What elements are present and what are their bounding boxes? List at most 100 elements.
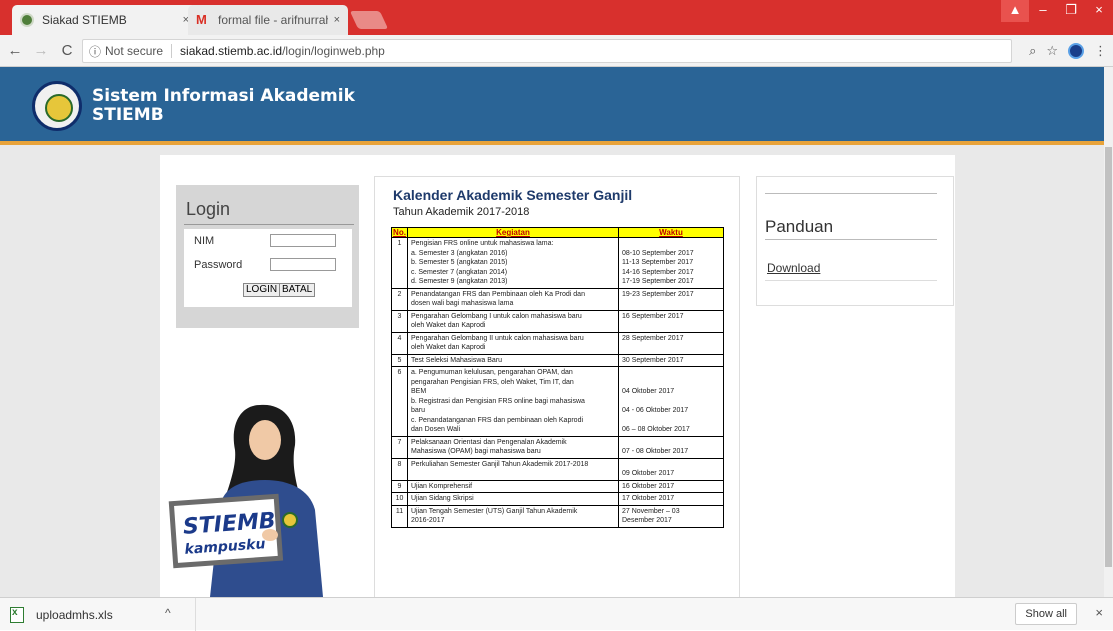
time-cell: 04 Oktober 2017 04 - 06 Oktober 2017 06 – …: [618, 366, 724, 437]
activity-line: Pengarahan Gelombang I untuk calon mahas…: [411, 312, 582, 320]
activity-line: pengarahan Pengisian FRS, oleh Waket, Ti…: [411, 378, 574, 386]
time-cell: 16 September 2017: [618, 309, 724, 333]
download-link[interactable]: Download: [767, 261, 820, 275]
activity-cell: Ujian Komprehensif: [407, 479, 619, 493]
password-input[interactable]: [270, 258, 336, 271]
login-panel: Login NIM Password LOGIN BATAL: [176, 185, 359, 328]
login-button[interactable]: LOGIN: [243, 283, 281, 297]
forward-button[interactable]: →: [30, 42, 52, 59]
divider: [765, 280, 937, 281]
window-controls: ▲ – ❐ ×: [1001, 0, 1113, 22]
url-text[interactable]: siakad.stiemb.ac.id/login/loginweb.php: [180, 44, 385, 58]
activity-cell: a. Pengumuman kelulusan, pengarahan OPAM…: [407, 366, 619, 437]
profile-icon[interactable]: ▲: [1001, 0, 1029, 22]
time-cell: 08-10 September 2017 11-13 September 2017…: [618, 237, 724, 289]
time-line: 17-19 September 2017: [622, 278, 694, 285]
activity-line: d. Semester 9 (angkatan 2013): [411, 278, 508, 285]
browser-toolbar: ← → C ⓘ Not secure siakad.stiemb.ac.id/l…: [0, 35, 1113, 67]
extension-icon[interactable]: [1068, 43, 1084, 59]
activity-cell: Test Seleksi Mahasiswa Baru: [407, 353, 619, 367]
address-bar[interactable]: ⓘ Not secure siakad.stiemb.ac.id/login/l…: [82, 39, 1012, 63]
activity-cell: Pengarahan Gelombang I untuk calon mahas…: [407, 309, 619, 333]
show-all-button[interactable]: Show all: [1015, 603, 1077, 625]
time-line: 08-10 September 2017: [622, 249, 694, 257]
url-path: /login/loginweb.php: [282, 44, 385, 58]
security-status[interactable]: Not secure: [105, 44, 173, 58]
gmail-favicon-icon: M: [196, 12, 207, 27]
nim-input[interactable]: [270, 234, 336, 247]
tab-siakad[interactable]: Siakad STIEMB ×: [12, 5, 197, 35]
table-row: 11 Ujian Tengah Semester (UTS) Ganjil Tah…: [391, 504, 724, 528]
activity-cell: Pengarahan Gelombang II untuk calon maha…: [407, 331, 619, 355]
table-row: 3 Pengarahan Gelombang I untuk calon maha…: [391, 309, 724, 333]
site-title: Sistem Informasi Akademik STIEMB: [92, 87, 355, 125]
time-cell: 28 September 2017: [618, 331, 724, 355]
activity-line: BEM: [411, 388, 427, 395]
menu-icon[interactable]: ⋮: [1094, 43, 1107, 59]
time-cell: 30 September 2017: [618, 353, 724, 367]
activity-cell: Ujian Tengah Semester (UTS) Ganjil Tahun…: [407, 504, 619, 528]
restore-button[interactable]: ❐: [1057, 0, 1085, 22]
header-time: Waktu: [618, 227, 724, 238]
cancel-button[interactable]: BATAL: [279, 283, 316, 297]
zoom-icon[interactable]: ⌕: [1029, 43, 1036, 59]
table-row: 9 Ujian Komprehensif 16 Oktober 2017: [391, 479, 724, 493]
activity-line: a. Semester 3 (angkatan 2016): [411, 249, 508, 257]
activity-line: dosen wali bagi mahasiswa lama: [411, 300, 514, 307]
activity-line: Pelaksanaan Orientasi dan Pengenalan Aka…: [411, 438, 567, 446]
row-number: 4: [391, 331, 408, 355]
time-line: [622, 378, 720, 388]
activity-cell: Ujian Sidang Skripsi: [407, 492, 619, 506]
chevron-up-icon[interactable]: ^: [165, 606, 171, 620]
mascot-illustration: STIEMB kampusku: [168, 404, 323, 597]
table-row: 4 Pengarahan Gelombang II untuk calon mah…: [391, 331, 724, 355]
page-scrollbar[interactable]: [1104, 67, 1113, 597]
time-line: [622, 416, 720, 426]
row-number: 11: [391, 504, 408, 528]
bookmark-star-icon[interactable]: ☆: [1046, 43, 1058, 59]
activity-line: Pengisian FRS online untuk mahasiswa lam…: [411, 240, 554, 247]
activity-line: Test Seleksi Mahasiswa Baru: [411, 356, 503, 364]
time-line: 16 September 2017: [622, 312, 684, 320]
time-line: 16 Oktober 2017: [622, 482, 675, 490]
activity-line: oleh Waket dan Kaprodi: [411, 322, 486, 329]
back-button[interactable]: ←: [4, 42, 26, 59]
activity-line: dan Dosen Wali: [411, 426, 461, 433]
calendar-subtitle: Tahun Akademik 2017-2018: [393, 206, 530, 218]
calendar-table: No. Kegiatan Waktu 1 Pengisian FRS online…: [391, 227, 724, 528]
time-line: Desember 2017: [622, 517, 672, 524]
table-row: 6 a. Pengumuman kelulusan, pengarahan OPA…: [391, 366, 724, 437]
time-line: 28 September 2017: [622, 334, 684, 342]
nim-label: NIM: [194, 235, 215, 247]
close-window-button[interactable]: ×: [1085, 0, 1113, 22]
login-form: NIM Password LOGIN BATAL: [184, 229, 352, 307]
header-no: No.: [391, 227, 408, 238]
download-shelf: uploadmhs.xls ^ Show all ×: [0, 597, 1113, 631]
time-cell: 09 Oktober 2017: [618, 457, 724, 481]
table-header-row: No. Kegiatan Waktu: [391, 227, 724, 238]
activity-line: 2016-2017: [411, 517, 445, 524]
activity-cell: Perkuliahan Semester Ganjil Tahun Akadem…: [407, 457, 619, 481]
site-banner: Sistem Informasi Akademik STIEMB: [0, 67, 1113, 145]
tab-gmail[interactable]: M formal file - arifnurrahma ×: [188, 5, 348, 35]
time-line: 09 Oktober 2017: [622, 470, 675, 477]
row-number: 10: [391, 492, 408, 506]
reload-button[interactable]: C: [56, 42, 78, 59]
time-line: 04 Oktober 2017: [622, 388, 675, 395]
time-cell: 17 Oktober 2017: [618, 492, 724, 506]
tab-close-icon[interactable]: ×: [334, 14, 340, 26]
activity-line: b. Registrasi dan Pengisian FRS online b…: [411, 397, 585, 405]
new-tab-button[interactable]: [349, 11, 389, 29]
row-number: 5: [391, 353, 408, 367]
hand-shape: [262, 529, 278, 541]
info-icon[interactable]: ⓘ: [89, 43, 101, 60]
time-line: [622, 239, 720, 249]
close-shelf-icon[interactable]: ×: [1095, 605, 1103, 620]
table-row: 10 Ujian Sidang Skripsi 17 Oktober 2017: [391, 492, 724, 506]
minimize-button[interactable]: –: [1029, 0, 1057, 22]
face-shape: [249, 420, 281, 460]
activity-line: c. Semester 7 (angkatan 2014): [411, 268, 508, 276]
jacket-badge: [282, 512, 298, 528]
download-item[interactable]: uploadmhs.xls ^: [0, 598, 196, 631]
scrollbar-thumb[interactable]: [1105, 147, 1112, 567]
